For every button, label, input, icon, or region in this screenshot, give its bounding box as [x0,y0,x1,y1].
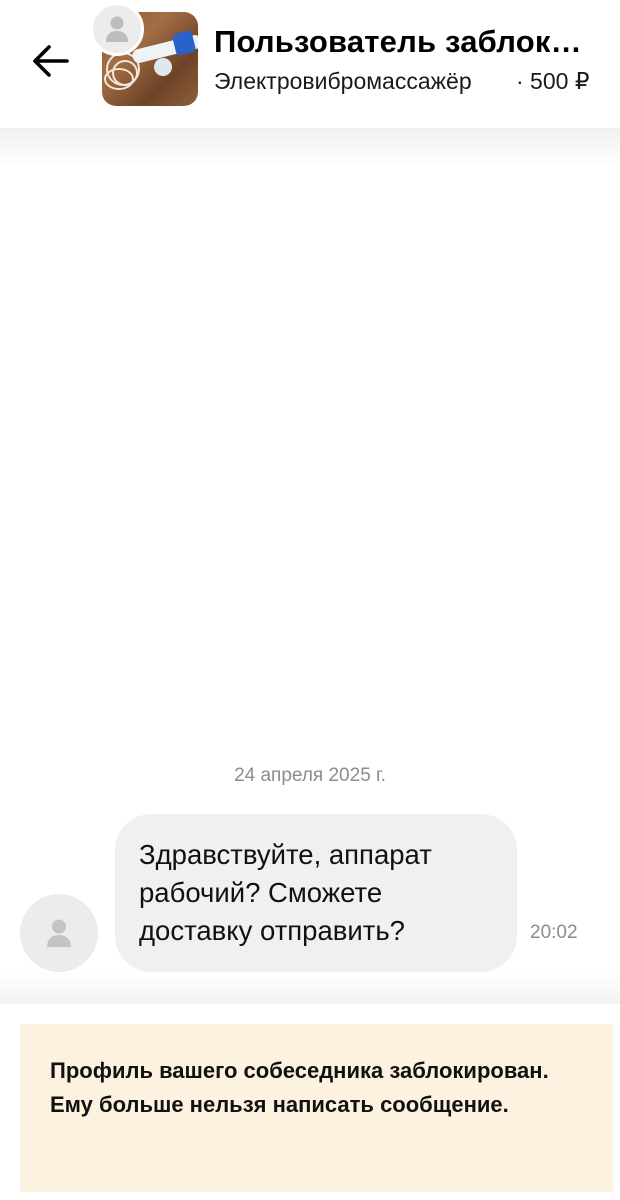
message-bubble[interactable]: Здравствуйте, аппарат рабочий? Сможете д… [115,814,517,972]
item-name: Электровибромассажёр [214,68,472,94]
seller-avatar[interactable] [90,2,144,56]
blocked-notice: Профиль вашего собеседника заблокирован.… [20,1024,613,1192]
chat-screen: Пользователь заблокирован Электровиброма… [0,0,620,1200]
header-shadow [0,128,620,168]
user-placeholder-icon [47,919,71,948]
message-time: 20:02 [530,922,578,943]
date-separator: 24 апреля 2025 г. [234,765,386,786]
item-info[interactable]: Электровибромассажёр · 500 ₽ [214,68,604,98]
chat-header: Пользователь заблокирован Электровиброма… [0,0,620,128]
message-avatar[interactable] [20,894,98,972]
chat-title[interactable]: Пользователь заблокирован [214,24,600,60]
user-placeholder-icon [106,16,128,42]
arrow-left-icon [33,45,69,77]
item-price: · 500 ₽ [516,68,590,94]
bottom-shadow [0,972,620,1004]
back-button[interactable] [26,36,76,86]
